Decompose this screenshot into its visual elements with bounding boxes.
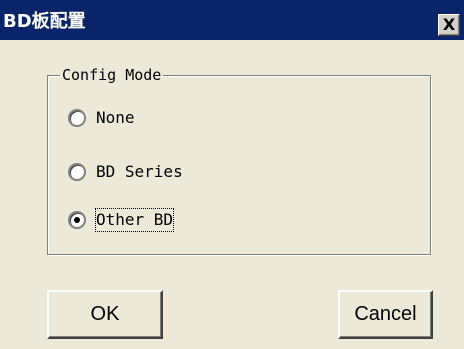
window-title: BD板配置 [3,11,86,32]
close-icon: X [442,15,456,34]
radio-option-bd-series[interactable]: BD Series [68,160,183,184]
title-bar[interactable]: BD板配置 X [0,0,464,40]
close-button[interactable]: X [438,14,460,36]
ok-button[interactable]: OK [47,290,163,339]
radio-label-none: None [96,108,135,127]
config-mode-group: Config Mode None BD Series Other BD [47,65,431,255]
radio-selected-dot [74,217,80,223]
radio-label-other-bd: Other BD [94,208,175,232]
radio-button-other-bd[interactable] [68,211,86,229]
radio-option-other-bd[interactable]: Other BD [68,208,175,232]
radio-option-none[interactable]: None [68,106,135,130]
config-mode-legend: Config Mode [60,65,164,85]
radio-button-bd-series[interactable] [68,163,86,181]
radio-button-none[interactable] [68,109,86,127]
cancel-button[interactable]: Cancel [338,290,433,339]
radio-label-bd-series: BD Series [96,162,183,181]
dialog-window: BD板配置 X Config Mode None BD Series Other… [0,0,464,349]
